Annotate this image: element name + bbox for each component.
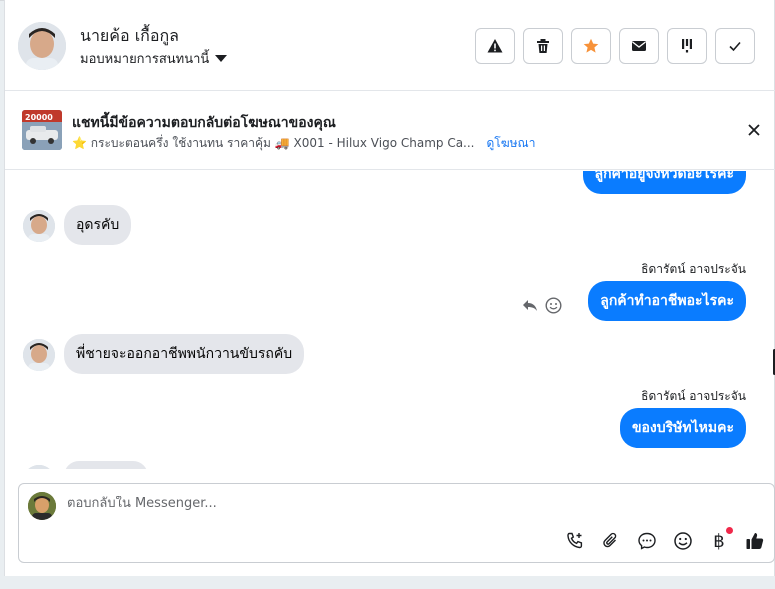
assign-label: มอบหมายการสนทนานี้ [80, 52, 210, 67]
chevron-down-icon [215, 55, 228, 62]
incoming-message[interactable]: อุดรคับ [64, 205, 132, 245]
follow-up-icon [682, 39, 692, 53]
outgoing-message[interactable]: ของบริษัทไหมคะ [619, 408, 746, 448]
notification-dot [726, 527, 733, 534]
contact-avatar-small [23, 465, 55, 469]
outgoing-message[interactable]: ลูกค้าทำอาชีพอะไรคะ [588, 281, 746, 321]
trash-icon [537, 39, 549, 53]
report-button[interactable] [475, 28, 515, 64]
follow-up-button[interactable] [667, 28, 707, 64]
add-call-button[interactable] [564, 530, 586, 552]
emoji-icon [674, 532, 692, 550]
delete-button[interactable] [523, 28, 563, 64]
ad-thumb-text: 20000 [25, 113, 53, 122]
composer-toolbar: ฿ [564, 527, 766, 552]
attach-button[interactable] [600, 530, 622, 552]
thumbs-up-icon [746, 533, 764, 549]
warning-icon [487, 39, 503, 53]
message-composer: ฿ [18, 483, 775, 563]
ad-banner-title: แชทนี้มีข้อความตอบกลับต่อโฆษณาของคุณ [72, 115, 336, 131]
send-like-button[interactable] [744, 530, 766, 552]
ad-reply-banner: 20000 แชทนี้มีข้อความตอบกลับต่อโฆษณาของค… [5, 92, 775, 170]
star-icon [583, 38, 599, 53]
saved-replies-button[interactable] [636, 530, 658, 552]
conversation-header: นายค้อ เกื้อกูล มอบหมายการสนทนานี้ [5, 1, 775, 91]
bottom-bar [0, 576, 775, 589]
contact-avatar[interactable] [18, 22, 66, 70]
ad-name: ⭐ กระบะตอนครึ่ง ใช้งานทน ราคาคุ้ม 🚚 X001… [72, 136, 475, 150]
mark-unread-button[interactable] [619, 28, 659, 64]
view-ad-link[interactable]: ดูโฆษณา [487, 134, 536, 153]
react-icon[interactable] [545, 297, 562, 314]
contact-avatar-small [23, 339, 55, 371]
header-actions [475, 28, 755, 64]
incoming-message[interactable]: พี่ชายจะออกอาชีพพนักวานขับรถคับ [64, 334, 305, 374]
page-avatar [28, 492, 56, 520]
envelope-icon [632, 41, 646, 51]
reply-icon[interactable] [522, 297, 538, 313]
conversation-panel: นายค้อ เกื้อกูล มอบหมายการสนทนานี้ 20000… [4, 0, 775, 576]
star-button[interactable] [571, 28, 611, 64]
contact-avatar-small [23, 210, 55, 242]
message-list[interactable]: ลูกค้าอยู่จังหวัดอะไรคะ อุดรคับ ธิดารัตน… [5, 171, 775, 469]
sender-name: ธิดารัตน์ อาจประจัน [641, 389, 746, 403]
assign-conversation-dropdown[interactable]: มอบหมายการสนทนานี้ [80, 48, 228, 69]
outgoing-message[interactable]: ลูกค้าอยู่จังหวัดอะไรคะ [582, 171, 746, 194]
done-button[interactable] [715, 28, 755, 64]
chat-bubble-icon [638, 532, 656, 550]
baht-icon: ฿ [713, 530, 725, 552]
close-icon[interactable] [746, 122, 762, 138]
payment-button[interactable]: ฿ [708, 527, 733, 552]
emoji-button[interactable] [672, 530, 694, 552]
ad-banner-subtitle: ⭐ กระบะตอนครึ่ง ใช้งานทน ราคาคุ้ม 🚚 X001… [72, 134, 535, 153]
ad-thumbnail[interactable]: 20000 [22, 110, 62, 150]
contact-name[interactable]: นายค้อ เกื้อกูล [80, 24, 179, 49]
phone-plus-icon [567, 532, 583, 549]
paperclip-icon [603, 532, 617, 548]
incoming-message-partial[interactable] [64, 461, 148, 469]
check-icon [729, 41, 741, 52]
sender-name: ธิดารัตน์ อาจประจัน [641, 262, 746, 276]
reply-input[interactable] [67, 496, 707, 511]
